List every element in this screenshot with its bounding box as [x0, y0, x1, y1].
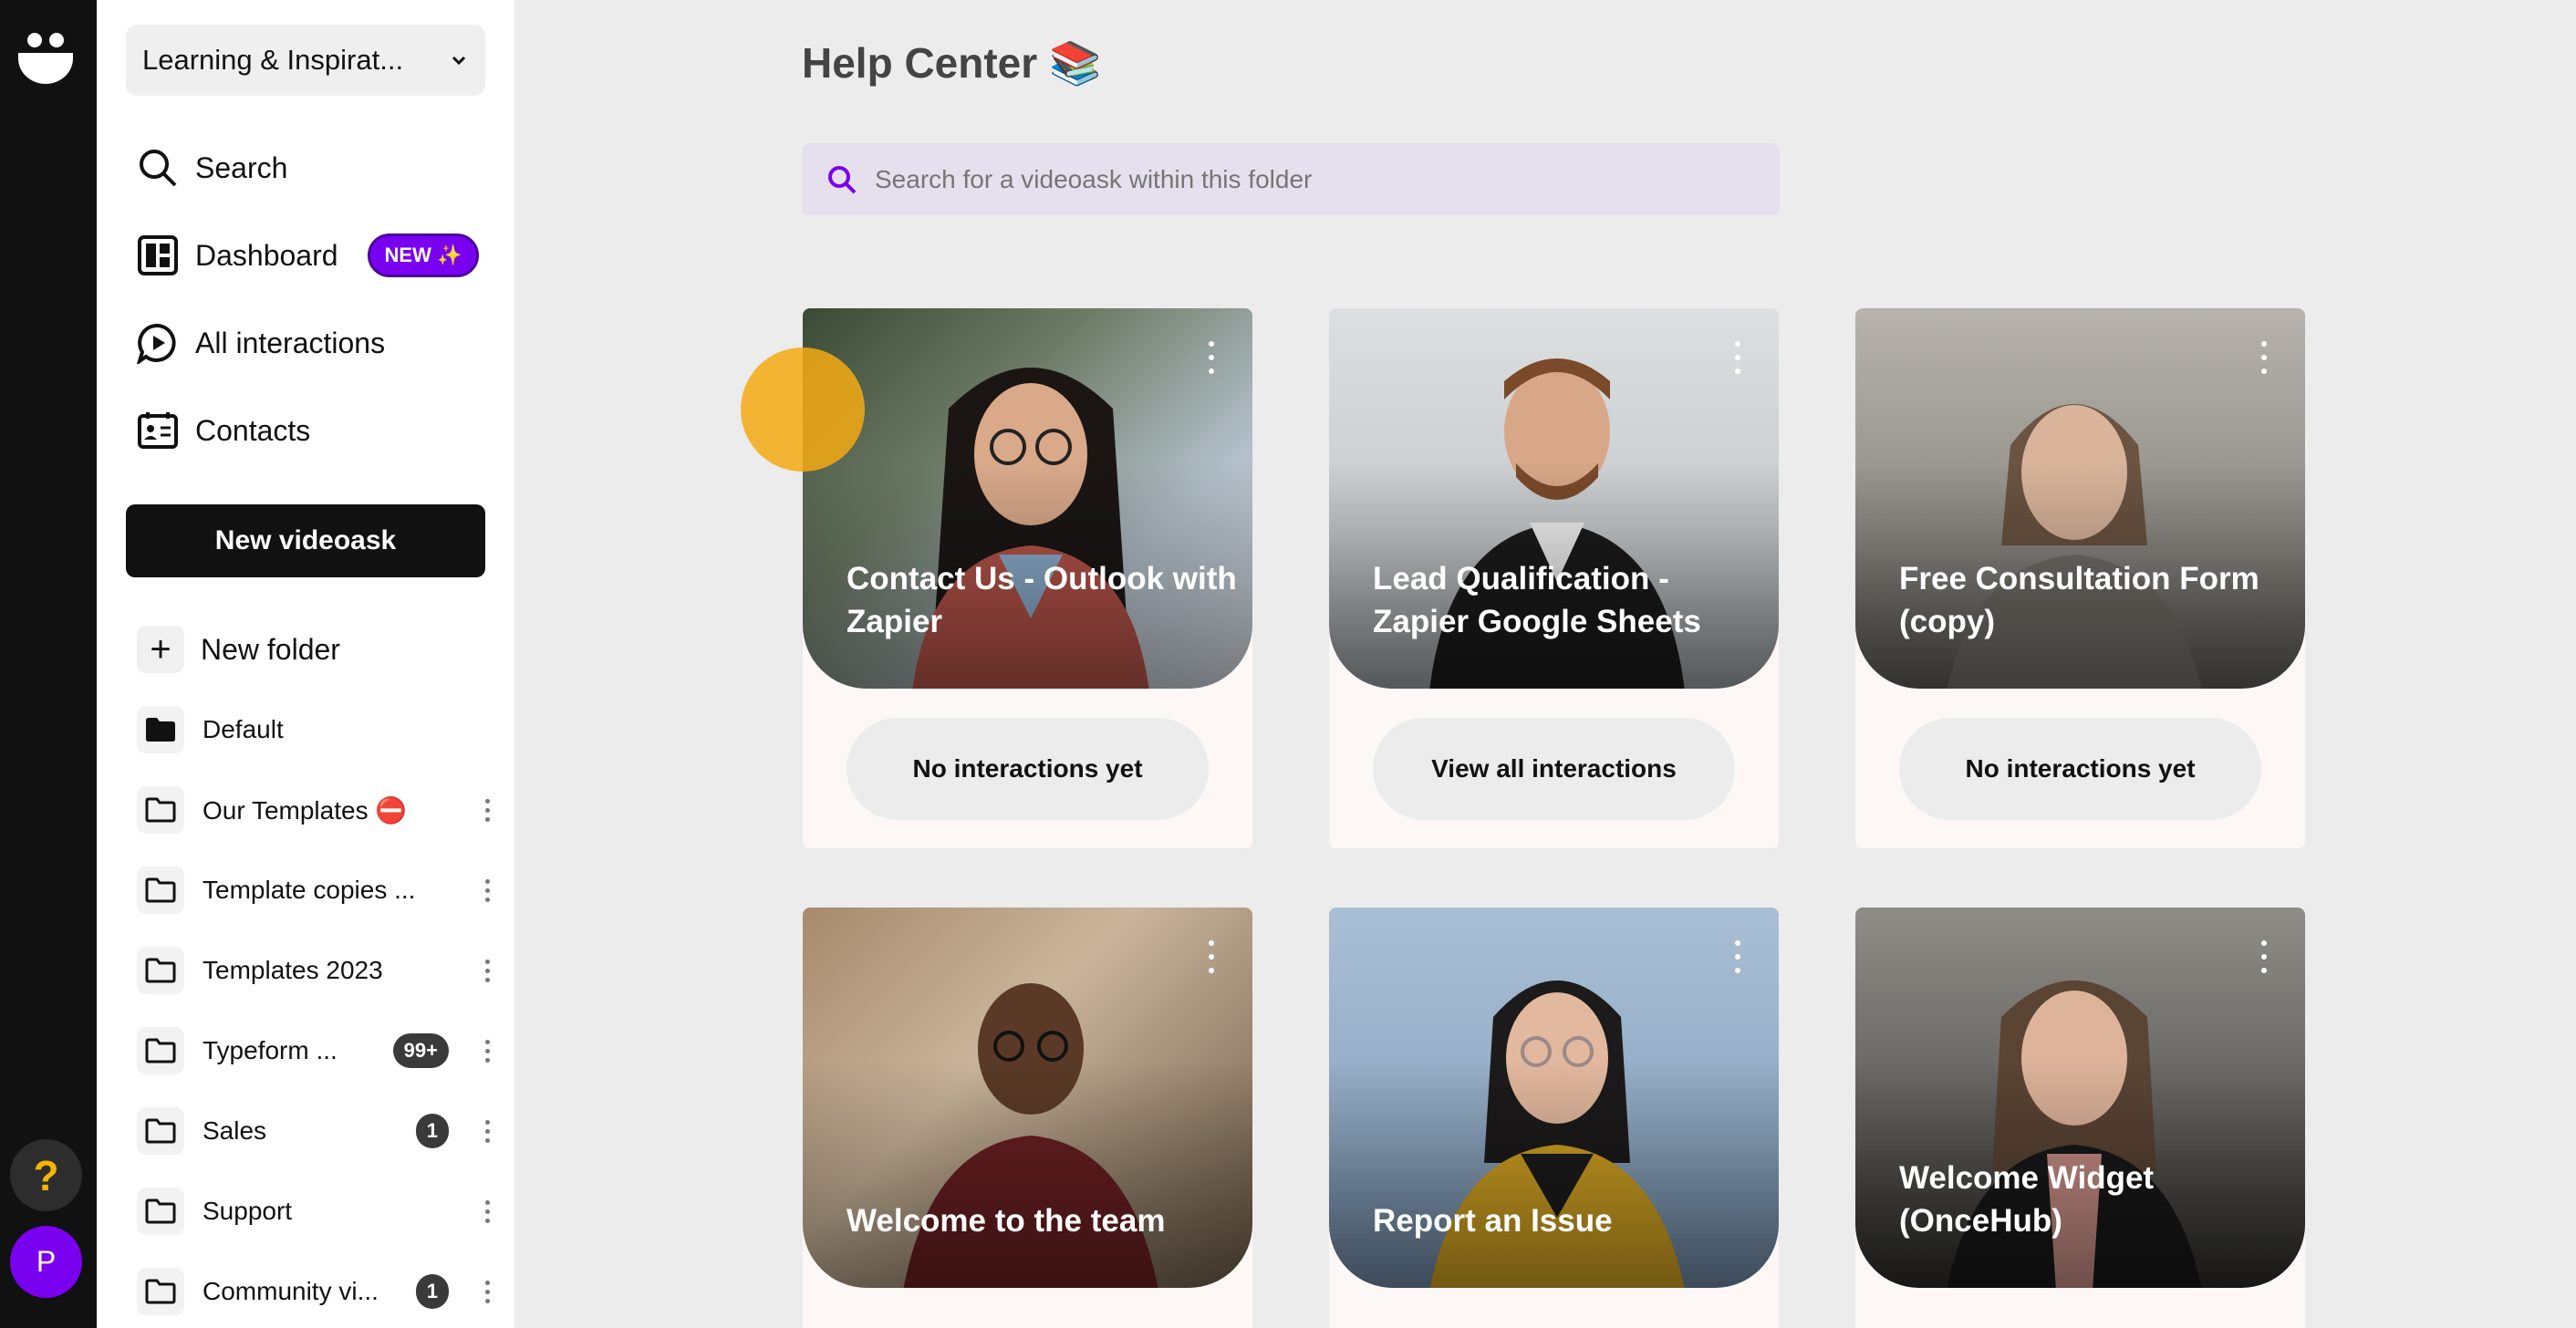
- video-thumbnail[interactable]: Free Consultation Form (copy): [1855, 308, 2305, 689]
- video-thumbnail[interactable]: Contact Us - Outlook with Zapier: [803, 308, 1252, 689]
- card-menu-icon[interactable]: [1731, 341, 1744, 374]
- folder-name: Sales: [203, 1116, 267, 1145]
- folder-icon: [137, 1268, 184, 1315]
- folder-name: Community vi...: [203, 1277, 379, 1305]
- search-icon: [828, 165, 857, 193]
- card-title: Free Consultation Form (copy): [1899, 560, 2259, 639]
- video-thumbnail[interactable]: Welcome to the team: [803, 908, 1252, 1288]
- plus-icon: +: [137, 626, 184, 673]
- folder-default[interactable]: Default: [137, 702, 502, 757]
- nav-all-interactions[interactable]: All interactions: [137, 316, 385, 370]
- card-menu-icon[interactable]: [1731, 940, 1744, 973]
- card-title: Lead Qualification - Zapier Google Sheet…: [1373, 560, 1701, 639]
- avatar[interactable]: P: [10, 1226, 82, 1298]
- page-title: Help Center 📚: [802, 39, 1102, 87]
- help-button[interactable]: ?: [10, 1139, 82, 1211]
- dashboard-icon: [138, 235, 178, 275]
- folder-menu-icon[interactable]: [478, 872, 496, 908]
- folder-typeform[interactable]: Typeform ... 99+: [137, 1023, 502, 1078]
- nav-contacts[interactable]: Contacts: [137, 403, 310, 458]
- card-menu-icon[interactable]: [1205, 940, 1218, 973]
- card-title: Contact Us - Outlook with Zapier: [847, 560, 1237, 639]
- sidebar: Learning & Inspirat... Search Dashboard …: [97, 0, 514, 1328]
- card-interactions-button[interactable]: No interactions yet: [847, 718, 1209, 820]
- new-badge: NEW ✨: [367, 233, 480, 277]
- folder-sales[interactable]: Sales 1: [137, 1104, 502, 1158]
- card-title: Report an Issue: [1373, 1202, 1613, 1239]
- folder-icon: [137, 866, 184, 914]
- nav-dashboard[interactable]: Dashboard NEW ✨: [137, 228, 480, 283]
- folder-count-badge: 1: [415, 1274, 449, 1309]
- folder-name: Support: [203, 1197, 293, 1225]
- folder-name: Default: [203, 715, 284, 743]
- interactions-icon: [137, 324, 176, 364]
- videoask-card[interactable]: Welcome Widget (OnceHub): [1855, 908, 2305, 1328]
- workspace-selector-label: Learning & Inspirat...: [142, 44, 404, 76]
- search-input[interactable]: [875, 164, 1696, 194]
- folder-filled-icon: [137, 706, 184, 753]
- folder-icon: [137, 1188, 184, 1235]
- folder-count-badge: 1: [415, 1114, 449, 1148]
- folder-menu-icon[interactable]: [478, 792, 496, 828]
- cursor-highlight: [741, 348, 865, 472]
- new-folder-label: New folder: [201, 632, 340, 666]
- folder-menu-icon[interactable]: [478, 1193, 496, 1229]
- folder-templates-2023[interactable]: Templates 2023: [137, 943, 502, 998]
- nav-dashboard-label: Dashboard: [195, 238, 338, 272]
- folder-community[interactable]: Community vi... 1: [137, 1264, 502, 1319]
- card-menu-icon[interactable]: [2258, 940, 2270, 973]
- nav-contacts-label: Contacts: [195, 413, 311, 447]
- new-folder-button[interactable]: + New folder: [137, 622, 340, 677]
- folder-template-copies[interactable]: Template copies ...: [137, 863, 502, 918]
- nav-all-interactions-label: All interactions: [195, 326, 386, 359]
- folder-our-templates[interactable]: Our Templates ⛔: [137, 783, 502, 837]
- card-interactions-button[interactable]: View all interactions: [1373, 718, 1735, 820]
- folder-icon: [137, 1027, 184, 1074]
- folder-icon: [137, 947, 184, 994]
- folder-menu-icon[interactable]: [478, 1032, 496, 1069]
- folder-name: Templates 2023: [203, 956, 383, 984]
- folder-icon: [137, 1107, 184, 1155]
- card-menu-icon[interactable]: [2258, 341, 2270, 374]
- card-interactions-button[interactable]: No interactions yet: [1899, 718, 2261, 820]
- nav-search-label: Search: [195, 150, 288, 184]
- card-menu-icon[interactable]: [1205, 341, 1218, 374]
- folder-icon: [137, 786, 184, 834]
- videoask-card[interactable]: Free Consultation Form (copy) No interac…: [1855, 308, 2305, 848]
- help-icon: ?: [33, 1151, 59, 1199]
- workspace-selector[interactable]: Learning & Inspirat...: [126, 25, 485, 96]
- folder-name: Template copies ...: [203, 876, 416, 904]
- left-rail: ? P: [0, 0, 97, 1328]
- folder-menu-icon[interactable]: [478, 1113, 496, 1149]
- card-title: Welcome to the team: [847, 1202, 1166, 1239]
- videoask-logo-icon[interactable]: [16, 27, 75, 84]
- folder-menu-icon[interactable]: [478, 1273, 496, 1310]
- folder-name: Typeform ...: [203, 1036, 338, 1064]
- nav-search[interactable]: Search: [137, 140, 287, 195]
- card-title: Welcome Widget (OnceHub): [1899, 1159, 2155, 1239]
- video-thumbnail[interactable]: Welcome Widget (OnceHub): [1855, 908, 2305, 1288]
- videoask-card[interactable]: Lead Qualification - Zapier Google Sheet…: [1329, 308, 1779, 848]
- videoask-card[interactable]: Welcome to the team: [803, 908, 1252, 1328]
- video-thumbnail[interactable]: Report an Issue: [1329, 908, 1779, 1288]
- folder-support[interactable]: Support: [137, 1184, 502, 1239]
- videoask-card[interactable]: Contact Us - Outlook with Zapier No inte…: [803, 308, 1252, 848]
- folder-menu-icon[interactable]: [478, 952, 496, 989]
- new-videoask-button[interactable]: New videoask: [126, 504, 485, 577]
- video-thumbnail[interactable]: Lead Qualification - Zapier Google Sheet…: [1329, 308, 1779, 689]
- contacts-icon: [138, 412, 178, 449]
- search-icon: [140, 150, 177, 187]
- folder-count-badge: 99+: [392, 1033, 449, 1068]
- folder-name: Our Templates ⛔: [203, 795, 408, 825]
- videoask-card[interactable]: Report an Issue: [1329, 908, 1779, 1328]
- chevron-down-icon: [452, 56, 466, 66]
- folder-search[interactable]: [802, 143, 1780, 215]
